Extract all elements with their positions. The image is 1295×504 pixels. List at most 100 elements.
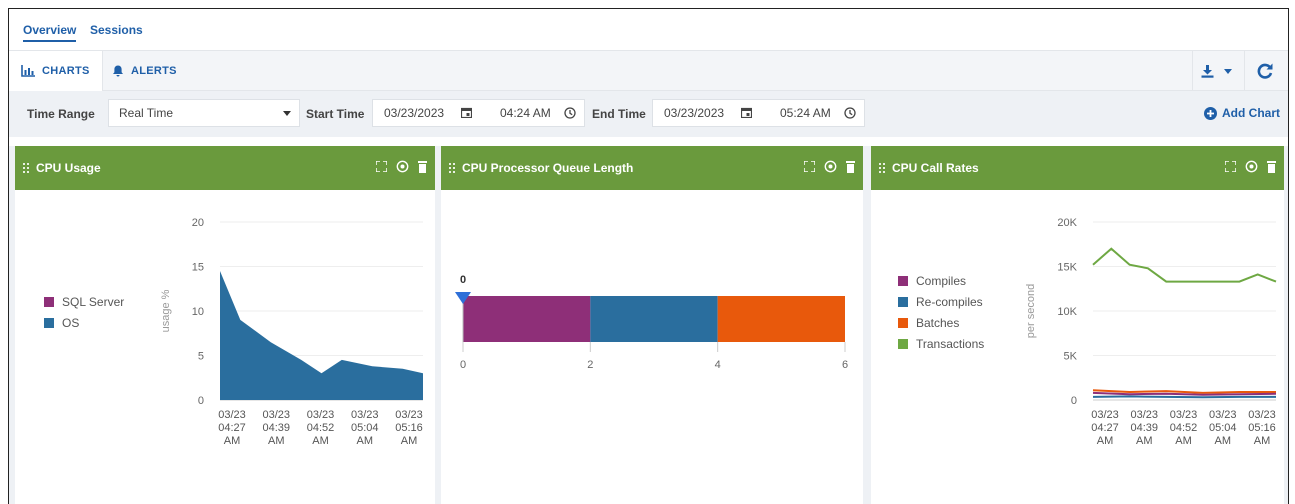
x-tick-label: 05:16	[1248, 422, 1276, 434]
x-tick-label: 0	[460, 359, 466, 371]
legend-label: Compiles	[916, 274, 966, 288]
tab-sessions[interactable]: Sessions	[90, 23, 143, 37]
legend-label: Batches	[916, 316, 959, 330]
refresh-icon	[1257, 63, 1272, 79]
time-range-value: Real Time	[119, 106, 174, 120]
bell-icon	[113, 65, 123, 77]
x-tick-label: AM	[312, 435, 329, 447]
panel-body: 20 15 10 5 0 usage % 03/23 04:27 AM 03/23 04:39 AM 0…	[15, 190, 435, 504]
y-tick-label: 0	[1071, 395, 1077, 407]
legend-swatch	[898, 318, 908, 328]
x-tick-label: 04:27	[1091, 422, 1119, 434]
expand-icon[interactable]	[804, 161, 815, 172]
end-time-field[interactable]: 03/23/2023 05:24 AM	[652, 99, 865, 127]
settings-icon[interactable]	[1245, 160, 1258, 173]
queue-bar-segment	[463, 296, 591, 342]
series-line-batches	[1092, 389, 1276, 394]
tab-alerts-label: ALERTS	[131, 65, 177, 77]
panel-title: CPU Usage	[36, 161, 101, 175]
x-tick-label: 03/23	[351, 409, 379, 421]
tab-overview[interactable]: Overview	[23, 23, 77, 42]
panel-body: 20K 15K 10K 5K 0 per second 03/23 04:27 AM 03/23 0…	[871, 190, 1284, 504]
panel-title: CPU Call Rates	[892, 161, 979, 175]
y-tick-label: 5K	[1064, 351, 1078, 363]
calendar-icon[interactable]	[461, 107, 472, 118]
x-tick-label: 04:39	[262, 422, 290, 434]
delete-icon[interactable]	[846, 160, 855, 173]
x-tick-label: 04:39	[1130, 422, 1158, 434]
caret-down-icon	[1224, 68, 1232, 74]
x-tick-label: AM	[357, 435, 374, 447]
start-time-label: Start Time	[306, 107, 365, 121]
tab-charts[interactable]: CHARTS	[9, 51, 103, 91]
x-tick-label: AM	[1175, 435, 1192, 447]
y-tick-label: 0	[198, 395, 204, 407]
delete-icon[interactable]	[418, 160, 427, 173]
x-tick-label: 05:04	[351, 422, 379, 434]
x-tick-label: 05:04	[1209, 422, 1237, 434]
x-tick-label: 04:52	[307, 422, 335, 434]
y-tick-label: 15	[192, 262, 204, 274]
calendar-icon[interactable]	[741, 107, 752, 118]
queue-bar-segment	[717, 296, 845, 342]
clock-icon[interactable]	[844, 107, 856, 119]
tab-alerts[interactable]: ALERTS	[100, 51, 189, 91]
start-time-field[interactable]: 03/23/2023 04:24 AM	[372, 99, 585, 127]
toolbar-actions	[1192, 51, 1288, 91]
x-tick-label: 03/23	[1091, 409, 1119, 421]
delete-icon[interactable]	[1267, 160, 1276, 173]
add-chart-label: Add Chart	[1222, 106, 1280, 120]
y-tick-label: 20K	[1057, 217, 1077, 229]
x-tick-label: 05:16	[395, 422, 423, 434]
cpu-usage-chart: 20151050usage %03/2304:27AM03/2304:39AM0…	[44, 217, 423, 447]
drag-handle-icon[interactable]	[449, 162, 456, 174]
expand-icon[interactable]	[1225, 161, 1236, 172]
drag-handle-icon[interactable]	[879, 162, 886, 174]
settings-icon[interactable]	[824, 160, 837, 173]
legend-swatch	[44, 297, 54, 307]
panel-processor-queue: CPU Processor Queue Length 0 2 4 6 0	[441, 146, 863, 504]
refresh-button[interactable]	[1244, 51, 1284, 91]
panel-actions	[1225, 160, 1276, 173]
time-range-select[interactable]: Real Time	[108, 99, 300, 127]
series-line-re-compiles	[1092, 395, 1276, 399]
end-time-label: End Time	[592, 107, 646, 121]
panel-title: CPU Processor Queue Length	[462, 161, 634, 175]
chart-icon	[21, 65, 35, 77]
y-tick-label: 10	[192, 306, 204, 318]
queue-bar-segment	[590, 296, 718, 342]
app-frame: Overview Sessions CHARTS ALERTS Time Ran…	[8, 8, 1289, 504]
legend-swatch	[898, 339, 908, 349]
y-tick-label: 10K	[1057, 306, 1077, 318]
x-tick-label: AM	[268, 435, 285, 447]
add-chart-button[interactable]: Add Chart	[1204, 106, 1280, 120]
download-icon	[1201, 64, 1214, 78]
y-tick-label: 15K	[1057, 262, 1077, 274]
series-line-transactions	[1092, 247, 1277, 283]
x-tick-label: 03/23	[395, 409, 423, 421]
processor-queue-chart: 0 2 4 6 0	[455, 274, 848, 371]
x-tick-label: 6	[842, 359, 848, 371]
tab-charts-label: CHARTS	[42, 65, 90, 77]
legend-label: OS	[62, 316, 79, 330]
panel-call-rates: CPU Call Rates 20K 15K 10K 5K 0 per second 03/…	[871, 146, 1284, 504]
drag-handle-icon[interactable]	[23, 162, 30, 174]
x-tick-label: 4	[715, 359, 721, 371]
filter-bar: Time Range Real Time Start Time 03/23/20…	[9, 91, 1288, 137]
time-range-label: Time Range	[27, 107, 95, 121]
y-tick-label: 20	[192, 217, 204, 229]
charts-alerts-bar: CHARTS ALERTS	[9, 51, 1288, 91]
panel-body: 0 2 4 6 0	[441, 190, 863, 504]
settings-icon[interactable]	[396, 160, 409, 173]
expand-icon[interactable]	[376, 161, 387, 172]
panel-actions	[804, 160, 855, 173]
x-tick-label: 03/23	[262, 409, 290, 421]
panel-header[interactable]: CPU Processor Queue Length	[441, 146, 863, 190]
panel-header[interactable]: CPU Call Rates	[871, 146, 1284, 190]
clock-icon[interactable]	[564, 107, 576, 119]
x-tick-label: 03/23	[307, 409, 335, 421]
export-button[interactable]	[1192, 51, 1240, 91]
panel-header[interactable]: CPU Usage	[15, 146, 435, 190]
legend-swatch	[898, 297, 908, 307]
panel-actions	[376, 160, 427, 173]
